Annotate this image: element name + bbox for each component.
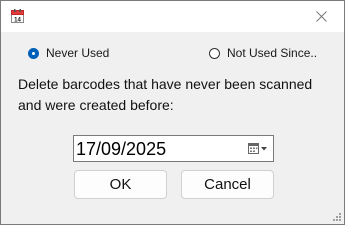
description-text: Delete barcodes that have never been sca… (18, 76, 313, 113)
radio-never-used-indicator[interactable] (28, 47, 39, 59)
resize-grip-icon[interactable] (332, 212, 342, 222)
ok-button-label: OK (109, 176, 132, 193)
radio-never-used[interactable]: Never Used (28, 46, 109, 60)
calendar-icon-text: 14 (14, 17, 21, 23)
title-bar[interactable]: 14 (1, 1, 344, 32)
close-button[interactable] (298, 1, 344, 32)
radio-not-used-since[interactable]: Not Used Since.. (209, 46, 317, 60)
dialog-window: 14 Never Used Not Used Since.. Delete ba… (0, 0, 345, 225)
radio-never-used-label: Never Used (46, 46, 110, 60)
date-value[interactable]: 17/09/2025 (76, 138, 166, 160)
radio-not-used-since-label: Not Used Since.. (227, 46, 318, 60)
ok-button[interactable]: OK (74, 170, 167, 199)
radio-not-used-since-indicator[interactable] (209, 47, 220, 59)
calendar-dropdown-icon[interactable] (247, 141, 269, 157)
close-icon (315, 11, 327, 22)
calendar-icon: 14 (11, 9, 24, 23)
cancel-button-label: Cancel (204, 176, 251, 193)
cancel-button[interactable]: Cancel (181, 170, 274, 199)
date-picker[interactable]: 17/09/2025 (73, 135, 274, 162)
